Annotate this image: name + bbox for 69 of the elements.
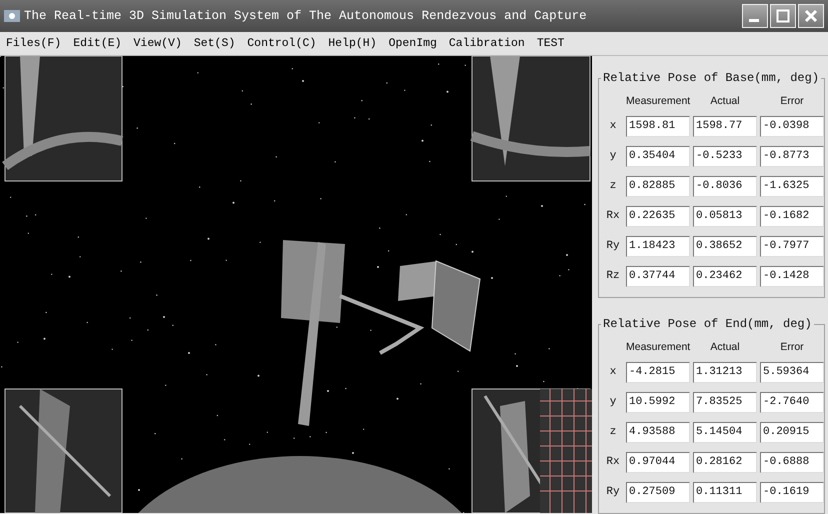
column-header: Error xyxy=(779,95,805,107)
value-field[interactable]: 0.22635 xyxy=(626,206,690,226)
value-field[interactable]: -0.8036 xyxy=(693,176,757,196)
menu-item[interactable]: Files(F) xyxy=(6,37,62,50)
window-title: The Real-time 3D Simulation System of The Autonomous Rendezvous and Capture xyxy=(24,9,588,24)
value-field[interactable]: 1.31213 xyxy=(693,362,757,382)
value-field[interactable]: -0.5233 xyxy=(693,146,757,166)
menu-item[interactable]: Calibration xyxy=(448,37,525,50)
value-field[interactable]: 0.05813 xyxy=(693,206,757,226)
row-label: Rx xyxy=(605,210,621,222)
column-header: Error xyxy=(779,341,805,353)
column-header: Actual xyxy=(709,341,741,353)
value-field[interactable]: 5.14504 xyxy=(693,422,757,442)
value-field[interactable]: -0.0398 xyxy=(760,116,824,136)
menu-item[interactable]: Help(H) xyxy=(328,37,377,50)
app-icon xyxy=(4,10,20,22)
value-field[interactable]: 10.5992 xyxy=(626,392,690,412)
row-label: y xyxy=(608,396,618,408)
minimize-icon xyxy=(748,19,758,22)
value-field[interactable]: -0.6888 xyxy=(760,452,824,472)
menu-item[interactable]: View(V) xyxy=(134,37,182,50)
column-header: Measurement xyxy=(626,341,690,353)
close-icon xyxy=(804,9,818,24)
group-title: Relative Pose of Base(mm, deg) xyxy=(601,71,822,85)
maximize-button[interactable] xyxy=(770,4,796,28)
close-button[interactable] xyxy=(798,4,824,28)
menu-item[interactable]: Edit(E) xyxy=(73,37,122,50)
column-header: Actual xyxy=(709,95,741,107)
value-field[interactable]: -0.1682 xyxy=(760,206,824,226)
row-label: Ry xyxy=(605,240,621,252)
value-field[interactable]: -0.8773 xyxy=(760,146,824,166)
value-field[interactable]: -0.1619 xyxy=(760,482,824,502)
value-field[interactable]: 0.35404 xyxy=(626,146,690,166)
value-field[interactable]: 0.28162 xyxy=(693,452,757,472)
value-field[interactable]: -4.2815 xyxy=(626,362,690,382)
value-field[interactable]: 0.38652 xyxy=(693,236,757,256)
value-field[interactable]: 4.93588 xyxy=(626,422,690,442)
row-label: Ry xyxy=(605,486,621,498)
row-label: z xyxy=(608,180,618,192)
value-field[interactable]: 1.18423 xyxy=(626,236,690,256)
value-field[interactable]: 0.97044 xyxy=(626,452,690,472)
menu-item[interactable]: Control(C) xyxy=(247,37,316,50)
value-field[interactable]: 0.37744 xyxy=(626,266,690,286)
row-label: Rx xyxy=(605,456,621,468)
value-field[interactable]: 1598.81 xyxy=(626,116,690,136)
menu-item[interactable]: Set(S) xyxy=(194,37,236,50)
row-label: x xyxy=(608,120,618,132)
menu-item[interactable]: OpenImg xyxy=(388,37,437,50)
value-field[interactable]: 1598.77 xyxy=(693,116,757,136)
value-field[interactable]: 0.23462 xyxy=(693,266,757,286)
value-field[interactable]: -2.7640 xyxy=(760,392,824,412)
row-label: y xyxy=(608,150,618,162)
value-field[interactable]: -1.6325 xyxy=(760,176,824,196)
value-field[interactable]: -0.1428 xyxy=(760,266,824,286)
menu-item[interactable]: TEST xyxy=(536,37,564,50)
value-field[interactable]: 0.20915 xyxy=(760,422,824,442)
value-field[interactable]: 0.82885 xyxy=(626,176,690,196)
minimize-button[interactable] xyxy=(742,4,768,28)
value-field[interactable]: 0.11311 xyxy=(693,482,757,502)
value-field[interactable]: 5.59364 xyxy=(760,362,824,382)
column-header: Measurement xyxy=(626,95,690,107)
row-label: z xyxy=(608,426,618,438)
maximize-icon xyxy=(776,9,790,24)
row-label: x xyxy=(608,366,618,378)
value-field[interactable]: 7.83525 xyxy=(693,392,757,412)
value-field[interactable]: 0.27509 xyxy=(626,482,690,502)
group-title: Relative Pose of End(mm, deg) xyxy=(601,317,814,331)
value-field[interactable]: -0.7977 xyxy=(760,236,824,256)
row-label: Rz xyxy=(605,270,621,282)
